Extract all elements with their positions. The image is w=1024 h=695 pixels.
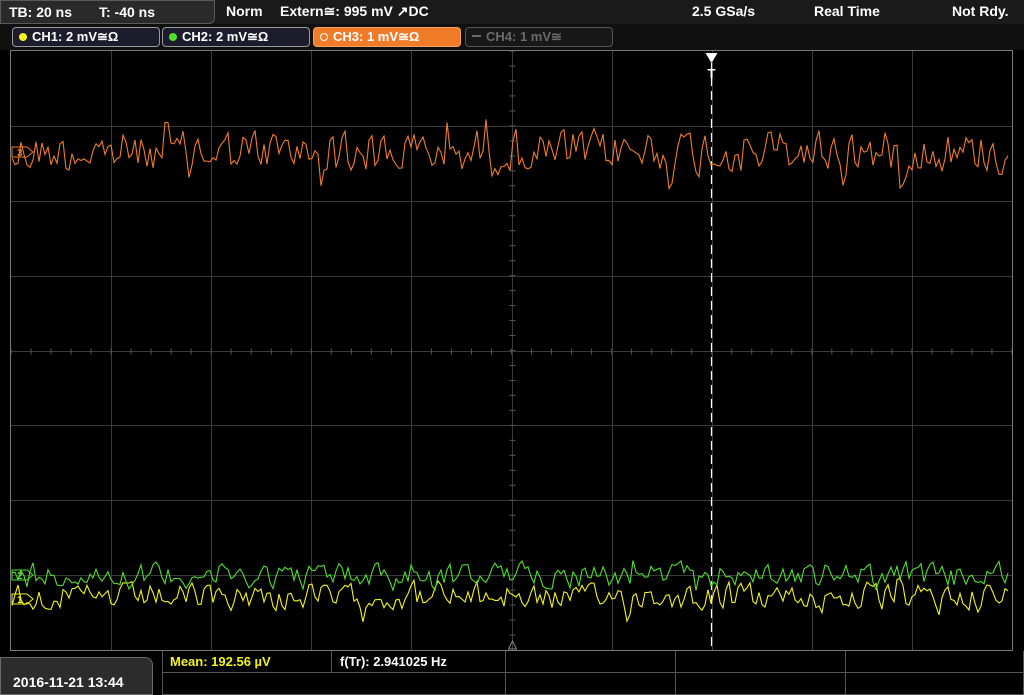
ch2-ground-marker-label: 2 xyxy=(17,571,23,582)
ch1-indicator-icon xyxy=(19,33,27,41)
ch4-off-icon xyxy=(472,35,481,37)
measurement-cell-empty[interactable] xyxy=(162,673,506,695)
waveform-display[interactable]: T 3 2 1 xyxy=(10,50,1013,651)
ch3-label: CH3: 1 mV≅Ω xyxy=(333,29,420,44)
channel-tabs: CH1: 2 mV≅Ω CH2: 2 mV≅Ω CH3: 1 mV≅Ω CH4:… xyxy=(0,24,1024,50)
channel-tab-ch2[interactable]: CH2: 2 mV≅Ω xyxy=(162,27,310,47)
trigger-source-label[interactable]: Extern≅: 995 mV ↗DC xyxy=(280,3,429,20)
measurement-panel[interactable]: Mean: 192.56 µV f(Tr): 2.941025 Hz xyxy=(162,651,1024,695)
channel-tab-ch4[interactable]: CH4: 1 mV≅ xyxy=(465,27,613,47)
acquisition-state-label: Not Rdy. xyxy=(952,3,1009,19)
status-bar: TB: 20 ns T: -40 ns Norm Extern≅: 995 mV… xyxy=(0,0,1024,24)
ch2-indicator-icon xyxy=(169,33,177,41)
measurement-cell-empty[interactable] xyxy=(676,673,846,695)
channel-tab-ch3[interactable]: CH3: 1 mV≅Ω xyxy=(313,27,461,47)
ch3-ground-marker-label: 3 xyxy=(17,148,23,159)
waveform-canvas: T 3 2 1 xyxy=(11,51,1012,650)
trigger-marker-label: T xyxy=(708,66,716,81)
ch3-indicator-icon xyxy=(320,33,328,41)
channel-tab-ch1[interactable]: CH1: 2 mV≅Ω xyxy=(12,27,160,47)
measurement-cell-empty[interactable] xyxy=(846,651,1024,673)
measurement-cell-empty[interactable] xyxy=(846,673,1024,695)
mean-measurement: Mean: 192.56 µV xyxy=(170,654,271,669)
ch1-ground-marker-label: 1 xyxy=(17,595,23,606)
timebase-box[interactable]: TB: 20 ns T: -40 ns xyxy=(0,0,215,24)
sample-rate-label: 2.5 GSa/s xyxy=(692,3,756,19)
trigger-offset-label: T: -40 ns xyxy=(99,4,156,20)
acquisition-mode-label[interactable]: Real Time xyxy=(814,3,880,19)
datetime-box: 2016-11-21 13:44 xyxy=(0,657,153,695)
ch3-waveform xyxy=(11,119,1009,191)
datetime-label: 2016-11-21 13:44 xyxy=(13,674,124,690)
ch2-label: CH2: 2 mV≅Ω xyxy=(182,29,269,44)
ch4-label: CH4: 1 mV≅ xyxy=(486,29,562,44)
timebase-label: TB: 20 ns xyxy=(9,4,73,20)
ch1-label: CH1: 2 mV≅Ω xyxy=(32,29,119,44)
ch1-waveform xyxy=(11,577,1009,624)
trigger-arrow-icon xyxy=(705,53,718,63)
measurement-cell-empty[interactable] xyxy=(676,651,846,673)
frequency-measurement: f(Tr): 2.941025 Hz xyxy=(340,654,447,669)
measurement-cell-empty[interactable] xyxy=(506,651,676,673)
trigger-mode-label[interactable]: Norm xyxy=(226,3,263,19)
measurement-cell-empty[interactable] xyxy=(506,673,676,695)
